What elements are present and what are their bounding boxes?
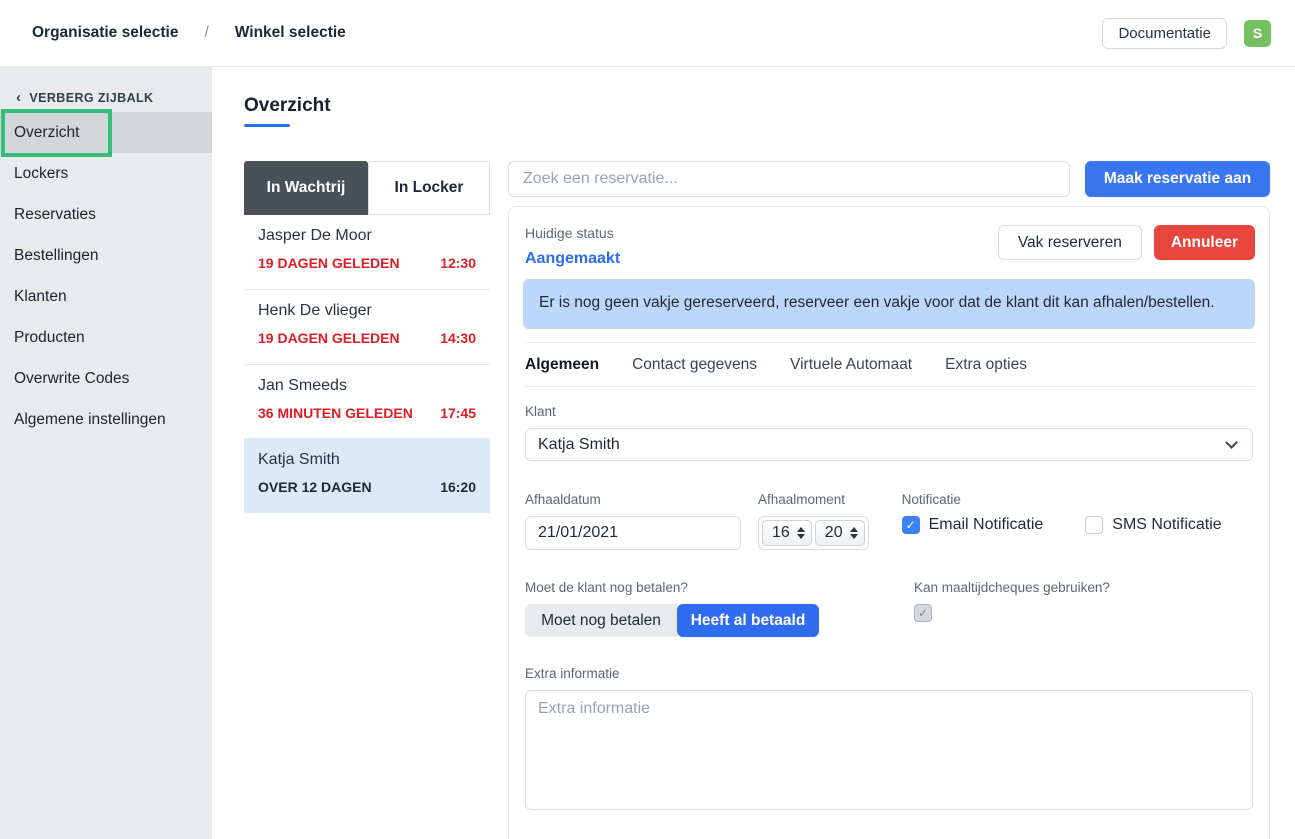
sidebar: ‹ VERBERG ZIJBALK Overzicht Lockers Rese…	[0, 67, 212, 839]
email-notificatie-label: Email Notificatie	[929, 516, 1044, 534]
reservation-name: Katja Smith	[258, 451, 476, 469]
sidebar-collapse-button[interactable]: ‹ VERBERG ZIJBALK	[0, 86, 212, 110]
reservation-queue-panel: In Wachtrij In Locker Jasper De Moor 19 …	[244, 161, 490, 513]
list-item-jasper[interactable]: Jasper De Moor 19 DAGEN GELEDEN 12:30	[244, 215, 490, 290]
reservation-time: 14:30	[440, 327, 476, 351]
app-window: Organisatie selectie / Winkel selectie D…	[0, 0, 1295, 839]
cheques-question-label: Kan maaltijdcheques gebruiken?	[914, 580, 1253, 595]
reservation-detail-card: Huidige status Aangemaakt Vak reserveren…	[508, 206, 1270, 839]
chevron-down-icon	[1225, 436, 1238, 449]
payment-option-heeft-al-betaald[interactable]: Heeft al betaald	[677, 604, 819, 637]
reservation-time: 17:45	[440, 402, 476, 426]
reservation-time: 16:20	[440, 476, 476, 500]
breadcrumb-separator: /	[204, 24, 208, 42]
create-reservation-button[interactable]: Maak reservatie aan	[1085, 161, 1270, 197]
minute-stepper[interactable]: 20	[815, 520, 865, 546]
reservation-time: 12:30	[440, 252, 476, 276]
stepper-arrows-icon[interactable]	[797, 527, 805, 539]
tab-extra-opties[interactable]: Extra opties	[945, 356, 1027, 374]
extra-informatie-label: Extra informatie	[525, 666, 1253, 681]
sidebar-item-overzicht[interactable]: Overzicht	[0, 112, 212, 153]
klant-select[interactable]: Katja Smith	[525, 428, 1253, 461]
sidebar-item-producten[interactable]: Producten	[0, 317, 212, 358]
stepper-arrows-icon[interactable]	[850, 527, 858, 539]
email-notificatie-checkbox[interactable]: ✓	[902, 516, 920, 534]
afhaalmoment-label: Afhaalmoment	[758, 492, 869, 507]
sidebar-item-reservaties[interactable]: Reservaties	[0, 194, 212, 235]
main-content: Overzicht In Wachtrij In Locker Jasper D…	[212, 67, 1295, 839]
sms-notificatie-label: SMS Notificatie	[1112, 516, 1221, 534]
tab-virtuele-automaat[interactable]: Virtuele Automaat	[790, 356, 912, 374]
afhaaldatum-label: Afhaaldatum	[525, 492, 741, 507]
sidebar-item-label: Producten	[14, 329, 85, 347]
sidebar-item-label: Overwrite Codes	[14, 370, 129, 388]
afhaaldatum-input[interactable]	[525, 516, 741, 550]
notificatie-label: Notificatie	[902, 492, 1253, 507]
status-block: Huidige status Aangemaakt	[525, 221, 620, 268]
sidebar-item-label: Lockers	[14, 165, 68, 183]
klant-label: Klant	[525, 404, 1253, 419]
list-item-jan[interactable]: Jan Smeeds 36 MINUTEN GELEDEN 17:45	[244, 365, 490, 440]
sidebar-item-lockers[interactable]: Lockers	[0, 153, 212, 194]
hour-value: 16	[772, 524, 790, 542]
breadcrumb: Organisatie selectie / Winkel selectie	[32, 24, 346, 42]
queue-tabs: In Wachtrij In Locker	[244, 161, 490, 215]
reserve-slot-button[interactable]: Vak reserveren	[998, 225, 1142, 260]
list-item-katja[interactable]: Katja Smith OVER 12 DAGEN 16:20	[244, 439, 490, 513]
hour-stepper[interactable]: 16	[762, 520, 812, 546]
payment-option-moet-nog-betalen[interactable]: Moet nog betalen	[525, 604, 677, 637]
sidebar-item-overwrite-codes[interactable]: Overwrite Codes	[0, 358, 212, 399]
reservation-name: Jasper De Moor	[258, 227, 476, 245]
tab-contact-gegevens[interactable]: Contact gegevens	[632, 356, 757, 374]
chevron-left-icon: ‹	[16, 90, 21, 105]
reservation-status: 36 MINUTEN GELEDEN	[258, 402, 413, 426]
sidebar-item-label: Algemene instellingen	[14, 411, 166, 429]
tab-algemeen[interactable]: Algemeen	[525, 356, 599, 374]
tab-in-wachtrij[interactable]: In Wachtrij	[244, 161, 368, 215]
afhaalmoment-steppers: 16 20	[758, 516, 869, 550]
sms-notificatie-checkbox[interactable]	[1085, 516, 1103, 534]
user-avatar[interactable]: S	[1244, 20, 1271, 47]
sidebar-item-label: Reservaties	[14, 206, 96, 224]
reservation-name: Jan Smeeds	[258, 377, 476, 395]
sidebar-item-label: Klanten	[14, 288, 67, 306]
header-actions: Documentatie S	[1102, 18, 1271, 49]
documentation-button[interactable]: Documentatie	[1102, 18, 1227, 49]
reservation-name: Henk De vlieger	[258, 302, 476, 320]
breadcrumb-organisatie[interactable]: Organisatie selectie	[32, 24, 178, 42]
payment-question-label: Moet de klant nog betalen?	[525, 580, 914, 595]
reservation-detail-panel: Maak reservatie aan Huidige status Aange…	[508, 161, 1270, 839]
sidebar-item-label: Bestellingen	[14, 247, 98, 265]
sidebar-nav: Overzicht Lockers Reservaties Bestelling…	[0, 112, 212, 440]
breadcrumb-winkel[interactable]: Winkel selectie	[235, 24, 346, 42]
page-title-underline	[244, 124, 290, 127]
sidebar-item-label: Overzicht	[14, 124, 79, 142]
payment-toggle: Moet nog betalen Heeft al betaald	[525, 604, 914, 637]
status-label: Huidige status	[525, 225, 620, 241]
tab-in-locker[interactable]: In Locker	[368, 161, 490, 215]
extra-informatie-textarea[interactable]	[525, 690, 1253, 810]
reservation-list: Jasper De Moor 19 DAGEN GELEDEN 12:30 He…	[244, 215, 490, 513]
page-title: Overzicht	[244, 95, 1270, 117]
list-item-henk[interactable]: Henk De vlieger 19 DAGEN GELEDEN 14:30	[244, 290, 490, 365]
cancel-button[interactable]: Annuleer	[1154, 225, 1255, 260]
detail-tabs: Algemeen Contact gegevens Virtuele Autom…	[523, 343, 1255, 387]
info-message-box: Er is nog geen vakje gereserveerd, reser…	[523, 279, 1255, 329]
sidebar-item-klanten[interactable]: Klanten	[0, 276, 212, 317]
reservation-status: 19 DAGEN GELEDEN	[258, 252, 400, 276]
klant-selected-value: Katja Smith	[538, 436, 620, 454]
sidebar-item-bestellingen[interactable]: Bestellingen	[0, 235, 212, 276]
reservation-status: 19 DAGEN GELEDEN	[258, 327, 400, 351]
search-input[interactable]	[508, 161, 1070, 197]
minute-value: 20	[825, 524, 843, 542]
status-value-link[interactable]: Aangemaakt	[525, 250, 620, 268]
sidebar-collapse-label: VERBERG ZIJBALK	[29, 91, 153, 105]
maaltijdcheques-checkbox[interactable]: ✓	[914, 604, 932, 622]
reservation-status: OVER 12 DAGEN	[258, 476, 372, 500]
top-header: Organisatie selectie / Winkel selectie D…	[0, 0, 1295, 67]
sidebar-item-algemene-instellingen[interactable]: Algemene instellingen	[0, 399, 212, 440]
